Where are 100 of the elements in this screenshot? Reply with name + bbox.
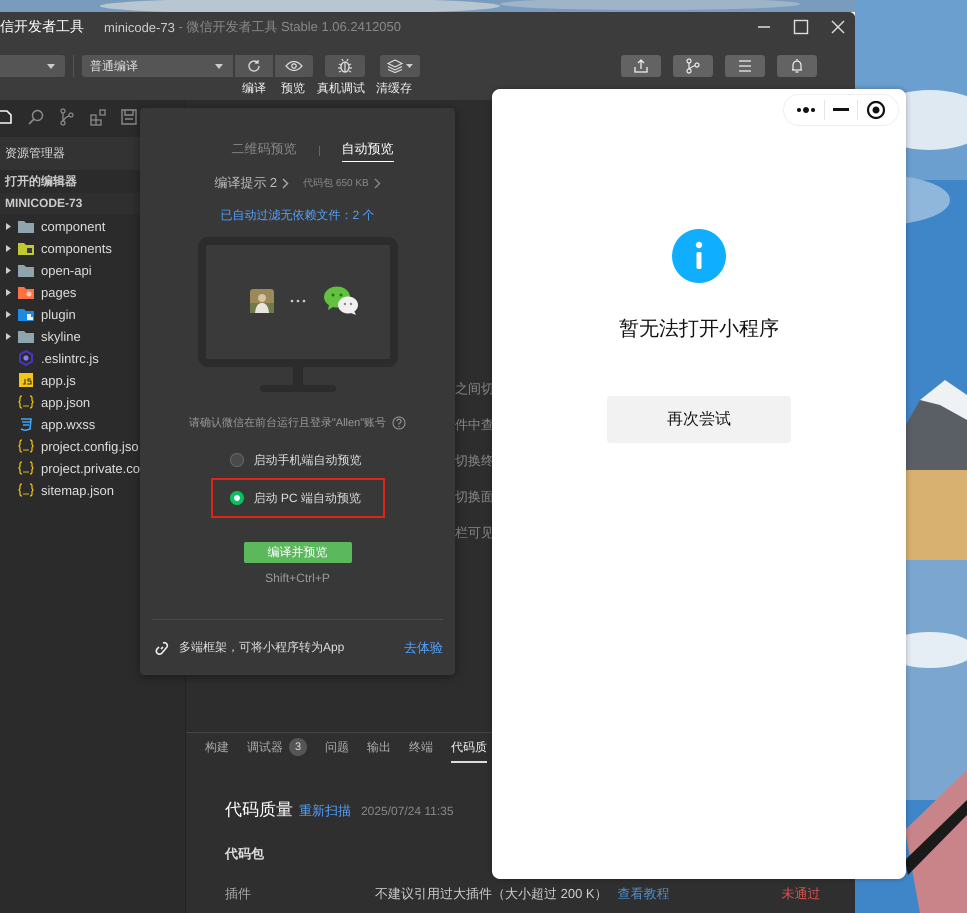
compile-mode-dropdown[interactable]: 普通编译 [82, 55, 233, 77]
caret-icon[interactable] [5, 332, 12, 340]
folder-icon [18, 264, 34, 276]
tree-item[interactable]: components [41, 240, 112, 256]
panel-tab[interactable]: 代码质 [451, 733, 487, 763]
toolbar-button[interactable] [325, 55, 365, 77]
version-label: - 微信开发者工具 Stable 1.06.2412050 [177, 18, 401, 36]
radio-button[interactable] [230, 453, 244, 467]
toolbar-label: 编译 [241, 80, 267, 97]
tree-item[interactable]: skyline [41, 328, 81, 344]
chevron-icon [374, 178, 381, 188]
css-file-icon [18, 417, 34, 431]
count-badge: 3 [289, 738, 307, 756]
save-icon[interactable] [120, 108, 138, 126]
folder-icon [18, 308, 34, 320]
tree-item[interactable]: pages [41, 284, 76, 300]
promo-text: 多端框架，可将小程序转为App [179, 639, 344, 656]
info-icon [672, 229, 726, 283]
caret-icon [406, 64, 413, 68]
caret-icon[interactable] [5, 222, 12, 230]
tutorial-link[interactable]: 查看教程 [618, 885, 670, 903]
search-icon[interactable] [27, 108, 45, 126]
tree-item[interactable]: plugin [41, 306, 76, 322]
folder-icon [18, 220, 34, 232]
panel-tab[interactable]: 构建 [205, 733, 229, 763]
panel-tab[interactable]: 问题 [325, 733, 349, 763]
upload-icon [633, 58, 649, 74]
rescan-link[interactable]: 重新扫描 [299, 802, 351, 820]
braces-icon [18, 439, 34, 453]
maximize-icon[interactable] [793, 19, 809, 35]
shortcut-label: Shift+Ctrl+P [265, 571, 330, 585]
layers-icon [387, 59, 403, 73]
help-icon[interactable] [392, 416, 406, 430]
toolbar-label: 清缓存 [375, 80, 413, 97]
option-label[interactable]: 启动 PC 端自动预览 [254, 490, 361, 506]
tree-item[interactable]: sitemap.json [41, 482, 114, 498]
toolbar-button[interactable] [380, 55, 420, 77]
toolbar-label: 预览 [280, 80, 306, 97]
caret-icon[interactable] [5, 310, 12, 318]
braces-icon [18, 395, 34, 409]
folder-icon [18, 286, 34, 298]
files-icon[interactable] [0, 108, 14, 126]
more-icon[interactable] [796, 107, 816, 113]
tree-item[interactable]: open-api [41, 262, 92, 278]
login-note: 请确认微信在前台运行且登录"Allen"账号 [188, 416, 386, 430]
tree-item[interactable]: app.wxss [41, 416, 96, 432]
folder-icon [18, 330, 34, 342]
option-label[interactable]: 启动手机端自动预览 [254, 452, 362, 468]
retry-button[interactable]: 再次尝试 [607, 396, 791, 443]
compile-hint-link[interactable]: 编译提示 2 [214, 174, 290, 192]
preview-tab[interactable]: 自动预览 [342, 140, 394, 162]
panel-tab[interactable]: 终端 [409, 733, 433, 763]
tree-item[interactable]: app.js [41, 372, 76, 388]
check-description: 不建议引用过大插件（大小超过 200 K） [375, 885, 608, 903]
toolbar-button[interactable] [235, 55, 273, 77]
toolbar-label: 真机调试 [316, 80, 366, 97]
minimize-icon[interactable] [833, 108, 849, 112]
subsection-title: 代码包 [225, 845, 265, 863]
extensions-icon[interactable] [89, 108, 107, 126]
caret-icon [47, 64, 55, 68]
check-name: 插件 [225, 885, 252, 903]
caret-icon[interactable] [5, 288, 12, 296]
tree-item[interactable]: project.private.co [41, 460, 140, 476]
ellipsis-icon [290, 299, 306, 303]
toolbar-button[interactable] [725, 55, 765, 77]
check-status: 未通过 [782, 885, 821, 903]
refresh-icon [246, 58, 262, 74]
filter-note: 已自动过滤无依赖文件：2 个 [220, 207, 374, 224]
toolbar-button[interactable] [777, 55, 817, 77]
toolbar-button[interactable] [275, 55, 313, 77]
toolbar-button[interactable] [673, 55, 713, 77]
tree-item[interactable]: .eslintrc.js [41, 350, 99, 366]
timestamp: 2025/07/24 11:35 [361, 804, 454, 818]
branch-icon [685, 58, 701, 74]
chat-bubbles-icon [322, 286, 358, 316]
tree-item[interactable]: app.json [41, 394, 90, 410]
braces-icon [18, 461, 34, 475]
caret-icon[interactable] [5, 266, 12, 274]
eye-icon [285, 60, 303, 72]
panel-tab[interactable]: 调试器 3 [247, 733, 307, 763]
bug-icon [336, 57, 354, 75]
caret-icon [215, 64, 223, 68]
folder-icon [18, 242, 34, 254]
caret-icon[interactable] [5, 244, 12, 252]
branch-icon[interactable] [58, 108, 76, 126]
tree-item[interactable]: project.config.jso [41, 438, 139, 454]
error-message: 暂无法打开小程序 [619, 317, 779, 342]
link-icon [154, 640, 170, 656]
chevron-icon [282, 178, 290, 188]
tree-item[interactable]: component [41, 218, 106, 234]
section-title: 代码质量 [225, 799, 293, 821]
project-title: minicode-73 [104, 20, 175, 34]
editor-text: 件中查 [455, 416, 494, 434]
toolbar-button[interactable] [621, 55, 661, 77]
bell-icon [789, 58, 805, 74]
menu-icon [737, 59, 753, 73]
try-link[interactable]: 去体验 [404, 638, 443, 656]
panel-tab[interactable]: 输出 [367, 733, 391, 763]
js-file-icon [18, 373, 34, 387]
radio-button[interactable] [230, 491, 244, 505]
